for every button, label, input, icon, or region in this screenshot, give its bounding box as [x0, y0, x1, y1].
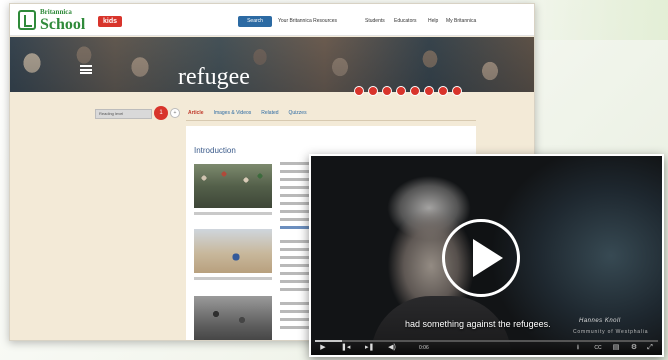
kids-badge[interactable]: kids — [98, 16, 123, 27]
reading-level-select[interactable]: Reading level — [95, 109, 152, 119]
play-icon — [473, 239, 503, 277]
progress-fill — [315, 340, 343, 342]
audio-icon[interactable] — [424, 86, 434, 96]
speaker-name: Hannes Knoll — [579, 318, 621, 324]
video-player[interactable]: had something against the refugees. Hann… — [309, 154, 664, 357]
skip-back-icon[interactable]: ❚◂ — [341, 344, 350, 352]
nav-my-britannica-link[interactable]: My Britannica — [446, 18, 476, 24]
nav-resources-link[interactable]: Your Britannica Resources — [278, 18, 337, 24]
brand-main-text: School — [40, 16, 86, 33]
refugee-crowd-photo[interactable] — [194, 164, 272, 208]
site-header: Britannica School kids Search Your Brita… — [10, 4, 534, 36]
settings-icon[interactable]: ⚙ — [629, 344, 639, 352]
reading-level-button[interactable]: 1 — [154, 106, 168, 120]
tab-divider — [186, 120, 476, 121]
fullscreen-icon[interactable]: ⤢ — [645, 344, 655, 352]
download-icon[interactable]: ⭳ — [573, 344, 583, 352]
skip-forward-icon[interactable]: ▸❚ — [365, 344, 374, 352]
volume-icon[interactable]: ◀) — [387, 344, 397, 352]
tab-related[interactable]: Related — [261, 110, 278, 116]
article-banner — [10, 37, 534, 92]
translate-icon[interactable] — [452, 86, 462, 96]
transcript-icon[interactable]: ▤ — [611, 344, 621, 352]
section-heading: Introduction — [194, 146, 236, 155]
page-title: refugee — [178, 64, 250, 90]
nav-students-link[interactable]: Students — [365, 18, 385, 24]
print-icon[interactable] — [354, 86, 364, 96]
tab-article[interactable]: Article — [188, 110, 204, 116]
article-tools — [354, 86, 462, 96]
video-controls: ▶ ❚◂ ▸❚ ◀) 0:06 ⭳ CC ▤ ⚙ ⤢ — [311, 340, 662, 355]
more-options-icon[interactable]: + — [170, 108, 180, 118]
brand-logo[interactable]: Britannica School — [40, 8, 85, 33]
progress-bar[interactable] — [315, 340, 658, 342]
refugee-camp-photo[interactable] — [194, 229, 272, 273]
search-button[interactable]: Search — [238, 16, 272, 27]
tab-images-videos[interactable]: Images & Videos — [214, 110, 252, 116]
play-button[interactable] — [442, 219, 520, 297]
nav-help-link[interactable]: Help — [428, 18, 438, 24]
read-icon[interactable] — [438, 86, 448, 96]
share-icon[interactable] — [382, 86, 392, 96]
time-display: 0:06 — [419, 345, 429, 351]
tab-quizzes[interactable]: Quizzes — [289, 110, 307, 116]
save-icon[interactable] — [410, 86, 420, 96]
video-subtitle: had something against the refugees. — [405, 319, 551, 329]
hamburger-menu-icon[interactable] — [80, 65, 92, 74]
photo-caption — [194, 277, 272, 280]
play-small-icon[interactable]: ▶ — [319, 344, 327, 352]
britannica-logo-icon[interactable] — [18, 10, 36, 30]
speaker-role: Community of Westphalia — [573, 329, 649, 335]
cc-icon[interactable]: CC — [591, 344, 605, 352]
email-icon[interactable] — [396, 86, 406, 96]
brand-top-text: Britannica — [40, 8, 72, 16]
article-tabs: Article Images & Videos Related Quizzes — [188, 110, 307, 116]
nav-educators-link[interactable]: Educators — [394, 18, 417, 24]
refugee-historic-photo[interactable] — [194, 296, 272, 340]
cite-icon[interactable] — [368, 86, 378, 96]
photo-caption — [194, 212, 272, 215]
